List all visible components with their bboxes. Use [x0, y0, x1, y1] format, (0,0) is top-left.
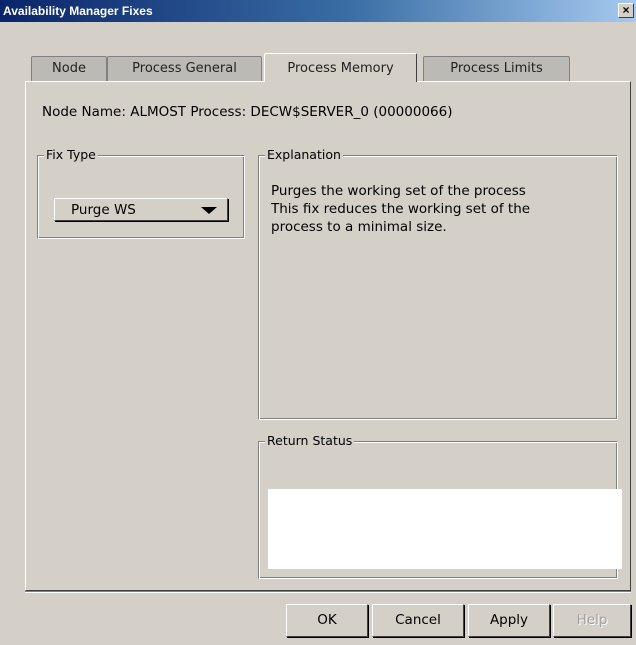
- node-name-value: ALMOST: [130, 104, 187, 120]
- apply-label: Apply: [489, 612, 529, 628]
- explanation-line: process to a minimal size.: [271, 219, 447, 235]
- node-process-info: Node Name: ALMOST Process: DECW$SERVER_0…: [42, 104, 452, 120]
- tab-label: Process Limits: [450, 61, 543, 76]
- explanation-label: Explanation: [265, 147, 343, 163]
- ok-label: OK: [317, 612, 337, 628]
- chevron-down-icon[interactable]: [201, 207, 217, 214]
- return-status-field: [268, 489, 622, 569]
- explanation-text: Purges the working set of the process Th…: [271, 182, 611, 236]
- close-icon: ×: [622, 3, 630, 17]
- tab-label: Process General: [132, 61, 237, 76]
- help-label: Help: [576, 612, 608, 628]
- return-status-group: Return Status: [258, 433, 622, 579]
- return-status-label: Return Status: [265, 433, 355, 449]
- explanation-line: This fix reduces the working set of the: [271, 201, 531, 217]
- help-button: Help: [553, 604, 631, 637]
- window-title: Availability Manager Fixes: [3, 4, 153, 18]
- tab-process-memory[interactable]: Process Memory: [264, 53, 417, 82]
- fix-type-label: Fix Type: [44, 147, 98, 163]
- explanation-group: Explanation Purges the working set of th…: [258, 147, 618, 420]
- close-button[interactable]: ×: [618, 3, 634, 18]
- window-titlebar: Availability Manager Fixes ×: [0, 0, 636, 22]
- tab-node[interactable]: Node: [31, 56, 107, 81]
- fix-type-selected: Purge WS: [71, 202, 136, 218]
- apply-button[interactable]: Apply: [468, 604, 550, 637]
- node-name-label: Node Name:: [42, 104, 126, 120]
- process-value: DECW$SERVER_0 (00000066): [250, 104, 453, 120]
- tab-process-limits[interactable]: Process Limits: [423, 56, 570, 81]
- tab-process-general[interactable]: Process General: [107, 56, 262, 81]
- ok-button[interactable]: OK: [286, 604, 368, 637]
- tab-label: Node: [52, 61, 86, 76]
- fix-type-group: Fix Type Purge WS: [37, 147, 245, 239]
- cancel-button[interactable]: Cancel: [372, 604, 464, 637]
- divider: [25, 591, 631, 593]
- fix-type-dropdown[interactable]: Purge WS: [54, 198, 228, 221]
- process-label: Process:: [190, 104, 247, 120]
- cancel-label: Cancel: [395, 612, 441, 628]
- explanation-line: Purges the working set of the process: [271, 183, 526, 199]
- tab-label: Process Memory: [287, 61, 394, 76]
